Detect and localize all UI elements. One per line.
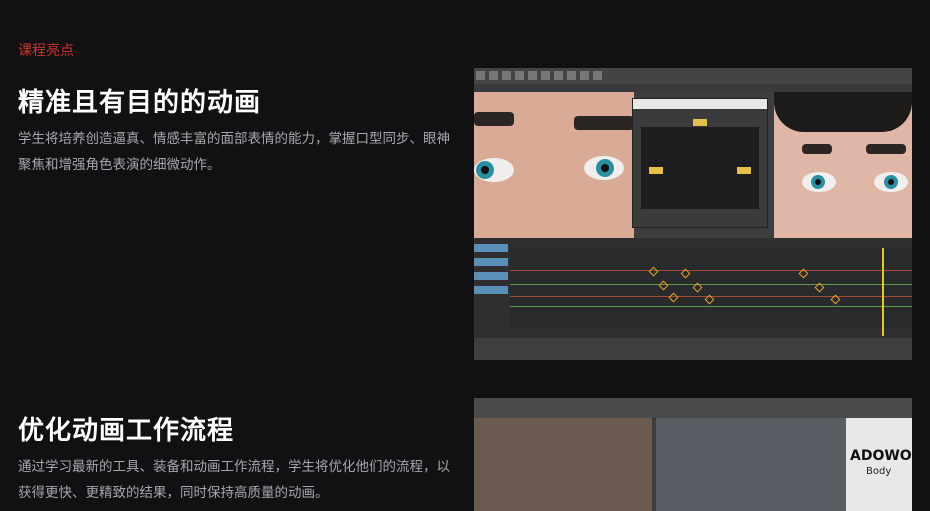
software-toolbar [474,68,912,85]
animation-graph-editor[interactable] [474,238,912,360]
rig-picker-panel[interactable]: ADOWO Body [846,418,912,511]
software-menubar [474,84,912,92]
character-viewport[interactable] [656,418,846,511]
feature-title-1: 精准且有目的的动画 [18,88,262,118]
facial-animation-screenshot [474,68,912,360]
reference-video-viewport[interactable] [474,418,652,511]
character-hair [774,92,912,132]
curve-graph[interactable] [510,248,912,328]
feature-description-2: 通过学习最新的工具、装备和动画工作流程，学生将优化他们的流程，以获得更快、更精致… [18,459,450,501]
picker-logo-subtext: Body [866,466,892,477]
picker-logo: ADOWO [850,448,912,464]
section-eyebrow: 课程亮点 [18,43,74,59]
picker-control-pad[interactable] [641,119,759,209]
workflow-screenshot: ADOWO Body [474,398,912,511]
software-toolbar-2 [474,398,912,419]
character-face-left [474,92,634,242]
time-slider[interactable] [474,338,912,360]
feature-description-1: 学生将培养创造逼真、情感丰富的面部表情的能力，掌握口型同步、眼神聚焦和增强角色表… [18,131,450,173]
feature-title-2: 优化动画工作流程 [18,416,235,446]
picker-window-titlebar[interactable] [633,99,767,109]
picker-window[interactable] [632,98,768,228]
timeline-playhead[interactable] [882,248,884,336]
